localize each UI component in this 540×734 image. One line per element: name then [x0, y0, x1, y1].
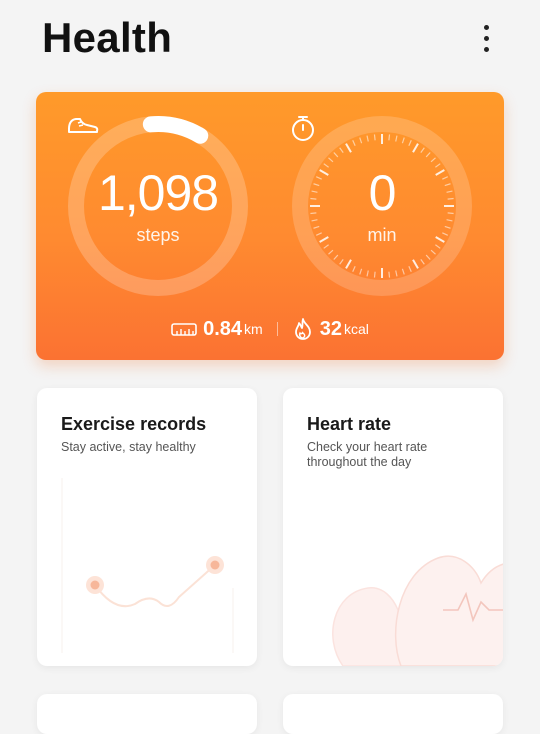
steps-ring-center: 1,098 steps: [66, 114, 250, 298]
flame-icon: [294, 318, 311, 340]
page-title: Health: [42, 14, 173, 61]
stats-row: 0.84 km 32 kcal: [36, 314, 504, 344]
exercise-records-card[interactable]: Exercise records Stay active, stay healt…: [37, 388, 257, 666]
distance-stat: 0.84 km: [171, 318, 263, 341]
card-partial-right[interactable]: [283, 694, 503, 734]
time-ring-center: 0 min: [290, 114, 474, 298]
calories-unit: kcal: [343, 321, 369, 337]
heart-rate-card[interactable]: Heart rate Check your heart rate through…: [283, 388, 503, 666]
steps-value: 1,098: [97, 164, 219, 221]
shoe-icon: [68, 118, 99, 133]
more-options-icon: [483, 24, 489, 30]
steps-ring[interactable]: 1,098 steps: [66, 114, 250, 298]
calories-stat: 32 kcal: [292, 317, 369, 341]
more-options-button[interactable]: [470, 18, 502, 58]
stats-divider: [276, 322, 278, 336]
heart-illustration: [332, 555, 503, 666]
distance-value: 0.84: [203, 317, 243, 340]
steps-unit: steps: [136, 224, 180, 245]
time-value: 0: [368, 164, 397, 221]
stopwatch-icon: [292, 116, 314, 141]
time-unit: min: [367, 224, 397, 245]
activity-summary-card[interactable]: 1,098 steps 0 min 0.84 km 32 kcal: [36, 92, 504, 360]
exercise-trend-illustration: [61, 478, 234, 653]
more-options-dot: [483, 35, 489, 41]
header: Health: [0, 0, 540, 80]
ruler-icon: [171, 323, 197, 336]
exercise-time-ring[interactable]: 0 min: [290, 114, 474, 298]
calories-value: 32: [319, 317, 342, 340]
more-options-dot: [483, 46, 489, 52]
card-partial-left[interactable]: [37, 694, 257, 734]
distance-unit: km: [244, 321, 263, 337]
